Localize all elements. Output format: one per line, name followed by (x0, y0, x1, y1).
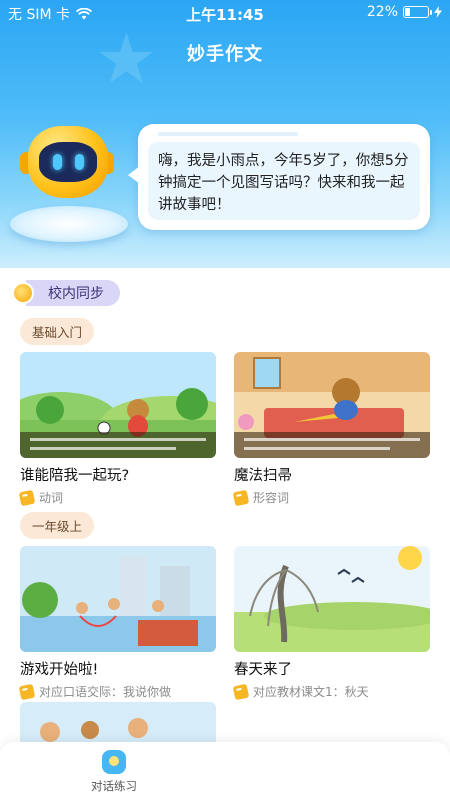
tab-dialogue-practice[interactable]: 对话练习 (82, 750, 146, 794)
group-label: 基础入门 (20, 318, 95, 345)
tag-icon (18, 489, 36, 506)
story-title: 魔法扫帚 (234, 468, 292, 484)
robot-eye-left (53, 154, 62, 170)
story-tag: 对应教材课文1：秋天 (232, 683, 430, 700)
story-thumbnail (20, 352, 216, 458)
story-card[interactable] (20, 702, 216, 742)
hero-banner: ★ ★ 无 SIM 卡 上午11:45 22% 妙手作文 (0, 0, 450, 268)
assistant-message: 嗨，我是小雨点，今年5岁了，你想5分钟搞定一个见图写话吗？快来和我一起讲故事吧！ (148, 142, 420, 220)
tag-icon (232, 489, 250, 506)
story-illustration (234, 546, 430, 652)
story-title: 谁能陪我一起玩? (20, 468, 130, 484)
chat-bot-icon (102, 750, 126, 774)
story-title: 春天来了 (234, 662, 292, 678)
tab-label: 对话练习 (91, 779, 137, 793)
pinyin-caption (234, 432, 430, 458)
story-tag-label: 形容词 (253, 491, 290, 505)
group-label: 一年级上 (20, 512, 95, 539)
section-badge-icon (12, 282, 34, 304)
robot-mascot[interactable] (6, 118, 156, 258)
story-tag: 对应口语交际：我说你做 (18, 683, 216, 700)
pinyin-caption (20, 432, 216, 458)
story-thumbnail (234, 546, 430, 652)
battery-icon (403, 6, 432, 18)
bottom-tab-bar: 对话练习 (0, 742, 450, 800)
story-illustration (20, 702, 216, 742)
status-bar: 无 SIM 卡 上午11:45 22% (0, 0, 450, 26)
story-thumbnail (20, 546, 216, 652)
story-card[interactable]: 谁能陪我一起玩? 动词 (18, 352, 216, 506)
story-tag-label: 对应教材课文1：秋天 (253, 685, 369, 699)
story-card[interactable]: 魔法扫帚 形容词 (232, 352, 430, 506)
story-tag: 动词 (18, 489, 216, 506)
section-label: 校内同步 (26, 280, 120, 306)
story-card[interactable]: 春天来了 对应教材课文1：秋天 (232, 546, 430, 700)
story-tag-label: 动词 (39, 491, 64, 505)
mascot-platform (10, 206, 128, 242)
bubble-decoration (158, 132, 298, 136)
story-thumbnail (20, 702, 216, 742)
robot-eye-right (75, 154, 84, 170)
story-title: 游戏开始啦! (20, 662, 99, 678)
story-card[interactable]: 游戏开始啦! 对应口语交际：我说你做 (18, 546, 216, 700)
charging-bolt-icon (434, 6, 442, 18)
tag-icon (18, 683, 36, 700)
speech-bubble: 嗨，我是小雨点，今年5岁了，你想5分钟搞定一个见图写话吗？快来和我一起讲故事吧！ (128, 124, 430, 230)
story-tag-label: 对应口语交际：我说你做 (39, 685, 172, 699)
section-chip: 校内同步 (12, 280, 120, 306)
robot-face (39, 142, 97, 182)
story-tag: 形容词 (232, 489, 430, 506)
story-thumbnail (234, 352, 430, 458)
story-illustration (20, 546, 216, 652)
tag-icon (232, 683, 250, 700)
page-title: 妙手作文 (187, 44, 263, 65)
battery-percent: 22% (366, 4, 398, 20)
